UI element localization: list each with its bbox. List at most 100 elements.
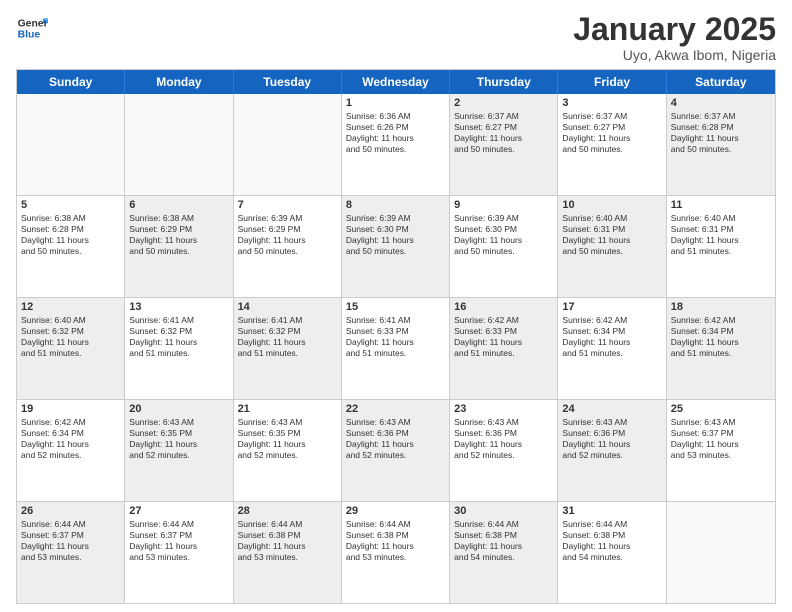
cal-cell: 25 Sunrise: 6:43 AM Sunset: 6:37 PM Dayli… (667, 400, 775, 501)
day-info: Sunrise: 6:42 AM Sunset: 6:33 PM Dayligh… (454, 315, 553, 359)
day-number: 18 (671, 301, 771, 313)
cal-cell: 23 Sunrise: 6:43 AM Sunset: 6:36 PM Dayli… (450, 400, 558, 501)
header-day-tuesday: Tuesday (234, 70, 342, 94)
day-number: 21 (238, 403, 337, 415)
cal-cell: 8Sunrise: 6:39 AM Sunset: 6:30 PM Daylig… (342, 196, 450, 297)
cal-cell: 11Sunrise: 6:40 AM Sunset: 6:31 PM Dayli… (667, 196, 775, 297)
header-day-saturday: Saturday (667, 70, 775, 94)
day-info: Sunrise: 6:44 AM Sunset: 6:37 PM Dayligh… (129, 519, 228, 563)
day-number: 13 (129, 301, 228, 313)
day-number: 23 (454, 403, 553, 415)
day-info: Sunrise: 6:40 AM Sunset: 6:31 PM Dayligh… (562, 213, 661, 257)
header-day-sunday: Sunday (17, 70, 125, 94)
cal-cell: 4 Sunrise: 6:37 AM Sunset: 6:28 PM Daylig… (667, 94, 775, 195)
cal-cell: 15Sunrise: 6:41 AM Sunset: 6:33 PM Dayli… (342, 298, 450, 399)
day-info: Sunrise: 6:37 AM Sunset: 6:27 PM Dayligh… (454, 111, 553, 155)
cal-cell (234, 94, 342, 195)
week-row-4: 19 Sunrise: 6:42 AM Sunset: 6:34 PM Dayli… (17, 400, 775, 502)
day-info: Sunrise: 6:44 AM Sunset: 6:38 PM Dayligh… (454, 519, 553, 563)
month-title: January 2025 (573, 12, 776, 47)
cal-cell (667, 502, 775, 603)
cal-cell: 9Sunrise: 6:39 AM Sunset: 6:30 PM Daylig… (450, 196, 558, 297)
day-info: Sunrise: 6:43 AM Sunset: 6:35 PM Dayligh… (129, 417, 228, 461)
week-row-5: 26 Sunrise: 6:44 AM Sunset: 6:37 PM Dayli… (17, 502, 775, 603)
day-number: 4 (671, 97, 771, 109)
day-number: 30 (454, 505, 553, 517)
cal-cell: 16 Sunrise: 6:42 AM Sunset: 6:33 PM Dayli… (450, 298, 558, 399)
day-info: Sunrise: 6:44 AM Sunset: 6:38 PM Dayligh… (562, 519, 661, 563)
header-day-thursday: Thursday (450, 70, 558, 94)
day-info: Sunrise: 6:41 AM Sunset: 6:33 PM Dayligh… (346, 315, 445, 359)
day-info: Sunrise: 6:37 AM Sunset: 6:28 PM Dayligh… (671, 111, 771, 155)
day-number: 12 (21, 301, 120, 313)
cal-cell: 31 Sunrise: 6:44 AM Sunset: 6:38 PM Dayli… (558, 502, 666, 603)
day-info: Sunrise: 6:36 AM Sunset: 6:26 PM Dayligh… (346, 111, 445, 155)
day-info: Sunrise: 6:38 AM Sunset: 6:28 PM Dayligh… (21, 213, 120, 257)
day-info: Sunrise: 6:41 AM Sunset: 6:32 PM Dayligh… (129, 315, 228, 359)
day-info: Sunrise: 6:43 AM Sunset: 6:37 PM Dayligh… (671, 417, 771, 461)
cal-cell (125, 94, 233, 195)
day-info: Sunrise: 6:43 AM Sunset: 6:36 PM Dayligh… (562, 417, 661, 461)
logo: General Blue (16, 12, 48, 44)
day-info: Sunrise: 6:40 AM Sunset: 6:32 PM Dayligh… (21, 315, 120, 359)
cal-cell: 6 Sunrise: 6:38 AM Sunset: 6:29 PM Daylig… (125, 196, 233, 297)
day-number: 6 (129, 199, 228, 211)
day-number: 28 (238, 505, 337, 517)
cal-cell: 24 Sunrise: 6:43 AM Sunset: 6:36 PM Dayli… (558, 400, 666, 501)
day-number: 24 (562, 403, 661, 415)
cal-cell: 1 Sunrise: 6:36 AM Sunset: 6:26 PM Daylig… (342, 94, 450, 195)
header: General Blue January 2025 Uyo, Akwa Ibom… (16, 12, 776, 63)
week-row-3: 12 Sunrise: 6:40 AM Sunset: 6:32 PM Dayli… (17, 298, 775, 400)
day-info: Sunrise: 6:38 AM Sunset: 6:29 PM Dayligh… (129, 213, 228, 257)
header-day-wednesday: Wednesday (342, 70, 450, 94)
day-info: Sunrise: 6:41 AM Sunset: 6:32 PM Dayligh… (238, 315, 337, 359)
day-number: 2 (454, 97, 553, 109)
day-info: Sunrise: 6:44 AM Sunset: 6:38 PM Dayligh… (238, 519, 337, 563)
day-number: 25 (671, 403, 771, 415)
week-row-1: 1 Sunrise: 6:36 AM Sunset: 6:26 PM Daylig… (17, 94, 775, 196)
day-info: Sunrise: 6:39 AM Sunset: 6:29 PM Dayligh… (238, 213, 337, 257)
day-info: Sunrise: 6:42 AM Sunset: 6:34 PM Dayligh… (671, 315, 771, 359)
day-info: Sunrise: 6:43 AM Sunset: 6:35 PM Dayligh… (238, 417, 337, 461)
day-info: Sunrise: 6:37 AM Sunset: 6:27 PM Dayligh… (562, 111, 661, 155)
day-info: Sunrise: 6:43 AM Sunset: 6:36 PM Dayligh… (454, 417, 553, 461)
svg-text:Blue: Blue (18, 30, 41, 41)
day-number: 17 (562, 301, 661, 313)
subtitle: Uyo, Akwa Ibom, Nigeria (573, 47, 776, 63)
title-block: January 2025 Uyo, Akwa Ibom, Nigeria (573, 12, 776, 63)
calendar-body: 1 Sunrise: 6:36 AM Sunset: 6:26 PM Daylig… (17, 94, 775, 603)
cal-cell: 26 Sunrise: 6:44 AM Sunset: 6:37 PM Dayli… (17, 502, 125, 603)
day-number: 31 (562, 505, 661, 517)
day-info: Sunrise: 6:44 AM Sunset: 6:37 PM Dayligh… (21, 519, 120, 563)
cal-cell: 13 Sunrise: 6:41 AM Sunset: 6:32 PM Dayli… (125, 298, 233, 399)
calendar: SundayMondayTuesdayWednesdayThursdayFrid… (16, 69, 776, 604)
day-number: 1 (346, 97, 445, 109)
cal-cell: 29 Sunrise: 6:44 AM Sunset: 6:38 PM Dayli… (342, 502, 450, 603)
cal-cell: 17Sunrise: 6:42 AM Sunset: 6:34 PM Dayli… (558, 298, 666, 399)
cal-cell: 28 Sunrise: 6:44 AM Sunset: 6:38 PM Dayli… (234, 502, 342, 603)
day-number: 7 (238, 199, 337, 211)
day-number: 16 (454, 301, 553, 313)
cal-cell: 30 Sunrise: 6:44 AM Sunset: 6:38 PM Dayli… (450, 502, 558, 603)
day-number: 8 (346, 199, 445, 211)
day-info: Sunrise: 6:44 AM Sunset: 6:38 PM Dayligh… (346, 519, 445, 563)
day-number: 26 (21, 505, 120, 517)
cal-cell: 7 Sunrise: 6:39 AM Sunset: 6:29 PM Daylig… (234, 196, 342, 297)
cal-cell: 14 Sunrise: 6:41 AM Sunset: 6:32 PM Dayli… (234, 298, 342, 399)
cal-cell: 19 Sunrise: 6:42 AM Sunset: 6:34 PM Dayli… (17, 400, 125, 501)
week-row-2: 5 Sunrise: 6:38 AM Sunset: 6:28 PM Daylig… (17, 196, 775, 298)
cal-cell: 3Sunrise: 6:37 AM Sunset: 6:27 PM Daylig… (558, 94, 666, 195)
cal-cell: 12 Sunrise: 6:40 AM Sunset: 6:32 PM Dayli… (17, 298, 125, 399)
page: General Blue January 2025 Uyo, Akwa Ibom… (0, 0, 792, 612)
logo-icon: General Blue (16, 12, 48, 44)
day-info: Sunrise: 6:42 AM Sunset: 6:34 PM Dayligh… (21, 417, 120, 461)
header-day-monday: Monday (125, 70, 233, 94)
day-number: 14 (238, 301, 337, 313)
day-number: 19 (21, 403, 120, 415)
cal-cell (17, 94, 125, 195)
day-number: 5 (21, 199, 120, 211)
day-number: 20 (129, 403, 228, 415)
cal-cell: 27Sunrise: 6:44 AM Sunset: 6:37 PM Dayli… (125, 502, 233, 603)
day-info: Sunrise: 6:39 AM Sunset: 6:30 PM Dayligh… (454, 213, 553, 257)
day-number: 29 (346, 505, 445, 517)
